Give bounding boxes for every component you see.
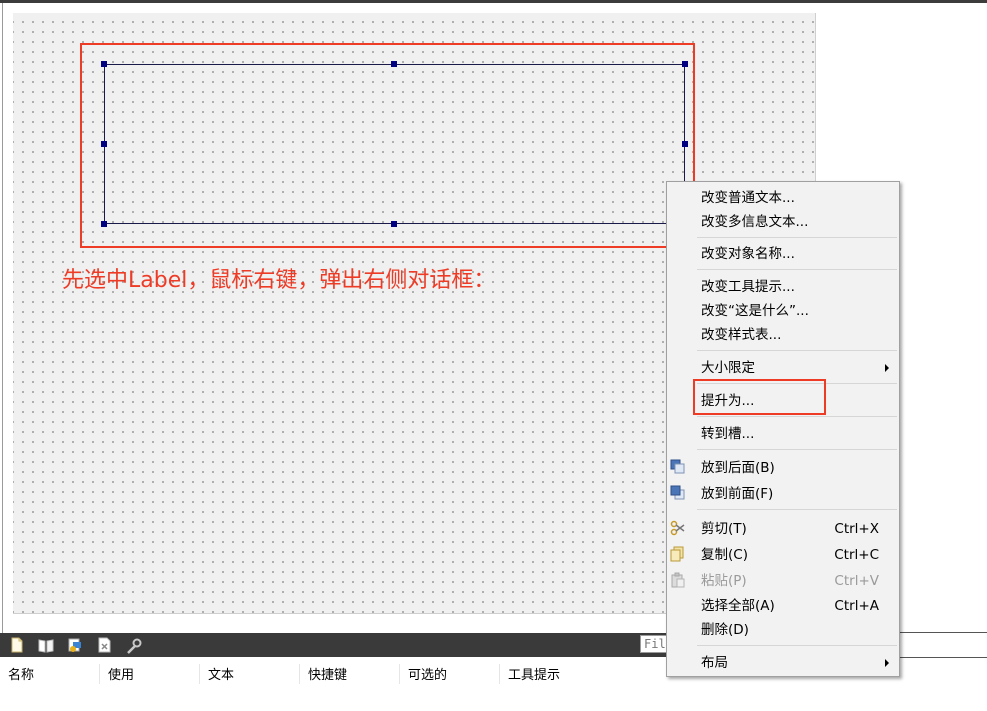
menu-item-change-stylesheet[interactable]: 改变样式表...	[701, 324, 889, 346]
paste-icon	[670, 572, 686, 588]
menu-item-change-rich-text[interactable]: 改变多信息文本...	[701, 211, 889, 233]
menu-item-layout[interactable]: 布局	[701, 652, 889, 674]
submenu-arrow-icon	[885, 659, 889, 667]
close-file-icon[interactable]	[96, 637, 112, 653]
column-header-tooltip[interactable]: 工具提示	[500, 664, 666, 684]
menu-separator	[697, 645, 897, 646]
new-document-icon[interactable]	[9, 637, 25, 653]
resource-icon[interactable]	[67, 637, 83, 653]
submenu-arrow-icon	[885, 364, 889, 372]
menu-separator	[697, 416, 897, 417]
left-border	[2, 3, 3, 633]
menu-item-change-tooltip[interactable]: 改变工具提示...	[701, 276, 889, 298]
menu-item-copy[interactable]: 复制(C) Ctrl+C	[701, 544, 889, 566]
bring-front-icon	[670, 485, 686, 501]
instruction-annotation: 先选中Label，鼠标右键，弹出右侧对话框：	[62, 268, 496, 293]
promote-to-highlight-frame	[693, 379, 826, 415]
menu-item-select-all[interactable]: 选择全部(A) Ctrl+A	[701, 595, 889, 617]
menu-item-send-to-back[interactable]: 放到后面(B)	[701, 457, 889, 479]
window-top-bar	[0, 0, 987, 3]
column-header-checkable[interactable]: 可选的	[400, 664, 500, 684]
menu-separator	[697, 509, 897, 510]
copy-icon	[670, 546, 686, 562]
open-book-icon[interactable]	[38, 637, 54, 653]
menu-item-change-plain-text[interactable]: 改变普通文本...	[701, 187, 889, 209]
menu-item-delete[interactable]: 删除(D)	[701, 619, 889, 641]
menu-separator	[697, 237, 897, 238]
menu-item-cut[interactable]: 剪切(T) Ctrl+X	[701, 518, 889, 540]
filter-area	[900, 632, 987, 658]
menu-item-change-object-name[interactable]: 改变对象名称...	[701, 243, 889, 265]
column-header-name[interactable]: 名称	[0, 664, 100, 684]
wrench-icon[interactable]	[125, 637, 142, 654]
menu-item-go-to-slot[interactable]: 转到槽...	[701, 423, 889, 445]
menu-item-change-whats-this[interactable]: 改变“这是什么”...	[701, 300, 889, 322]
menu-item-paste: 粘贴(P) Ctrl+V	[701, 573, 879, 589]
menu-item-size-constraints[interactable]: 大小限定	[701, 357, 889, 379]
send-back-icon	[670, 459, 686, 475]
context-menu: 改变普通文本... 改变多信息文本... 改变对象名称... 改变工具提示...…	[666, 181, 900, 677]
label-highlight-frame	[80, 43, 695, 248]
column-header-used[interactable]: 使用	[100, 664, 200, 684]
menu-separator	[697, 269, 897, 270]
menu-separator	[697, 350, 897, 351]
menu-item-bring-to-front[interactable]: 放到前面(F)	[701, 483, 889, 505]
column-header-shortcut[interactable]: 快捷键	[300, 664, 400, 684]
menu-separator	[697, 449, 897, 450]
scissors-icon	[670, 520, 686, 536]
column-header-text[interactable]: 文本	[200, 664, 300, 684]
